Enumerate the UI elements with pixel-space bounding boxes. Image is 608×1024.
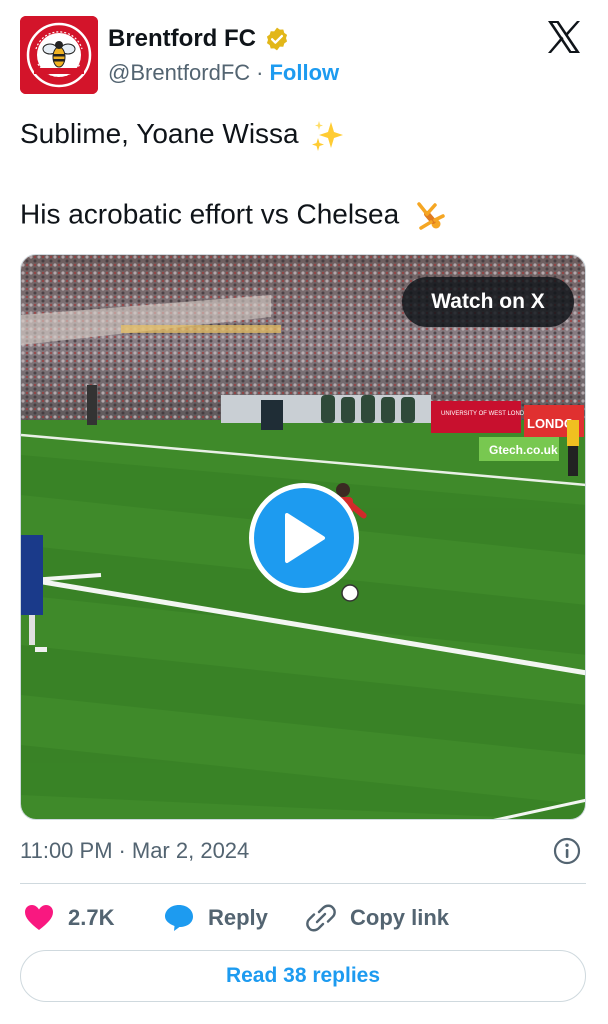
copy-link-button[interactable]: Copy link [306, 900, 449, 936]
sparkles-emoji-icon [309, 118, 345, 154]
tweet-timestamp[interactable]: 11:00 PM · Mar 2, 2024 [20, 836, 249, 866]
author-name-row: Brentford FC [108, 24, 290, 54]
ad-board-gtech: Gtech.co.uk [489, 443, 558, 457]
like-button[interactable]: 2.7K [24, 900, 114, 936]
brentford-crest-logo [20, 16, 98, 94]
tweet-date: Mar 2, 2024 [131, 838, 250, 863]
author-handle-row: @BrentfordFC · Follow [108, 58, 339, 88]
author-handle[interactable]: @BrentfordFC [108, 60, 250, 86]
info-icon[interactable] [553, 837, 581, 865]
link-icon [306, 904, 336, 932]
x-logo-icon[interactable] [546, 20, 582, 54]
reply-bubble-icon [165, 905, 193, 931]
copy-link-label: Copy link [350, 905, 450, 930]
ad-board-london: LONDO [527, 416, 574, 431]
divider [20, 883, 586, 884]
author-display-name[interactable]: Brentford FC [108, 25, 256, 53]
follow-button[interactable]: Follow [269, 60, 339, 86]
tweet-time: 11:00 PM [20, 838, 113, 863]
timestamp-separator: · [118, 838, 126, 863]
reply-button[interactable]: Reply [164, 900, 268, 936]
reply-label: Reply [208, 905, 268, 930]
handle-separator: · [256, 60, 264, 85]
ad-board-uwl: UNIVERSITY OF WEST LONDON [441, 411, 533, 417]
brentford-avatar[interactable] [20, 16, 98, 94]
tweet-text-2: His acrobatic effort vs Chelsea [20, 198, 400, 230]
read-replies-button[interactable]: Read 38 replies [20, 950, 586, 1002]
person-cartwheeling-emoji-icon [409, 196, 449, 236]
tweet-text-1: Sublime, Yoane Wissa [20, 118, 299, 149]
tweet-embed-card: Brentford FC @BrentfordFC · Follow Subli… [0, 0, 608, 1024]
tweet-text-line-2: His acrobatic effort vs Chelsea [20, 196, 449, 236]
heart-icon [25, 905, 53, 930]
play-button[interactable] [249, 483, 359, 593]
tweet-text-line-1: Sublime, Yoane Wissa [20, 116, 345, 154]
video-thumbnail[interactable]: UNIVERSITY OF WEST LONDON LONDO Gtech.co… [20, 254, 586, 820]
play-icon [285, 513, 325, 563]
like-count: 2.7K [68, 905, 115, 930]
verified-badge-icon [264, 26, 290, 52]
watch-on-x-button[interactable]: Watch on X [402, 277, 574, 327]
